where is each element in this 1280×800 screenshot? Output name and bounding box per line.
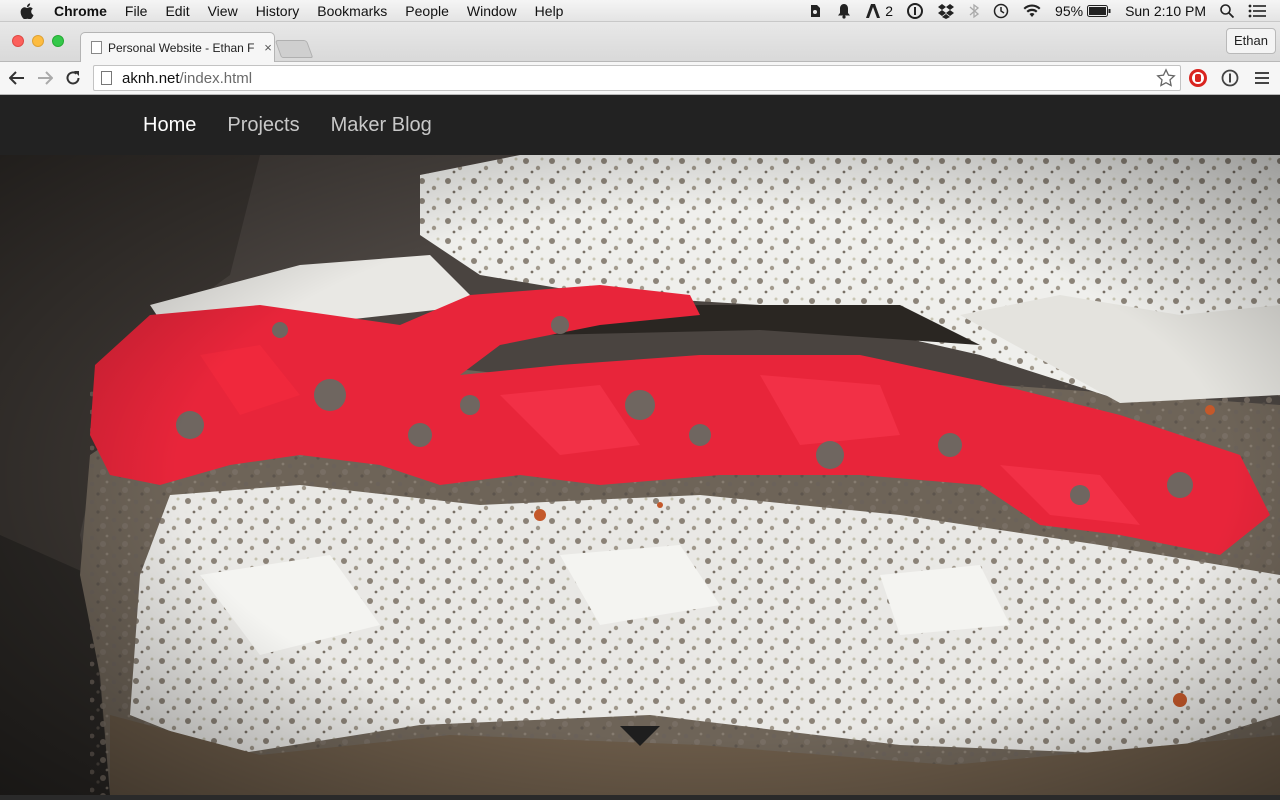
menu-view[interactable]: View — [208, 0, 238, 22]
forward-button[interactable] — [35, 68, 55, 88]
minimize-window-button[interactable] — [32, 35, 44, 47]
menu-app-chrome[interactable]: Chrome — [54, 0, 107, 22]
page-bottom-edge — [0, 795, 1280, 800]
menu-window[interactable]: Window — [467, 0, 517, 22]
menu-history[interactable]: History — [256, 0, 300, 22]
tab-title: Personal Website - Ethan F — [108, 40, 255, 55]
site-navbar: Home Projects Maker Blog — [0, 95, 1280, 155]
battery-percent: 95% — [1055, 3, 1084, 19]
adobe-badge-count: 2 — [885, 3, 894, 19]
menu-edit[interactable]: Edit — [165, 0, 189, 22]
menu-file[interactable]: File — [125, 0, 148, 22]
wifi-icon[interactable] — [1023, 4, 1041, 18]
extension-adblock-icon[interactable] — [1188, 68, 1208, 88]
back-button[interactable] — [7, 68, 27, 88]
close-window-button[interactable] — [12, 35, 24, 47]
battery-icon[interactable] — [1087, 5, 1111, 17]
url-path: /index.html — [179, 69, 253, 87]
hero-image — [0, 155, 1280, 795]
extension-onepassword-icon[interactable] — [1220, 68, 1240, 88]
new-tab-button[interactable] — [274, 40, 314, 58]
browser-toolbar: aknh.net/index.html — [0, 62, 1280, 95]
spotlight-search-icon[interactable] — [1220, 4, 1234, 18]
clock[interactable]: Sun 2:10 PM — [1125, 3, 1206, 19]
adobe-cc-icon[interactable] — [865, 3, 881, 19]
bookmark-star-icon[interactable] — [1156, 68, 1176, 92]
status-area: 2 95% Sun 2:10 PM — [807, 0, 1280, 22]
triangle-down-icon — [620, 726, 660, 746]
menu-people[interactable]: People — [405, 0, 449, 22]
notification-bell-icon[interactable] — [837, 3, 851, 19]
onepassword-icon[interactable] — [907, 3, 924, 19]
browser-tab[interactable]: Personal Website - Ethan F × — [80, 32, 275, 62]
window-controls — [12, 35, 72, 47]
menu-bar: Chrome File Edit View History Bookmarks … — [0, 0, 1280, 22]
page-icon — [101, 71, 112, 85]
zoom-window-button[interactable] — [52, 35, 64, 47]
address-bar[interactable]: aknh.net/index.html — [93, 65, 1181, 91]
tab-close-icon[interactable]: × — [262, 40, 274, 55]
menu-bookmarks[interactable]: Bookmarks — [317, 0, 387, 22]
nav-link-home[interactable]: Home — [143, 114, 196, 137]
arrow-left-icon — [9, 71, 24, 85]
bluetooth-icon[interactable] — [969, 3, 980, 19]
nav-link-maker-blog[interactable]: Maker Blog — [331, 114, 432, 137]
reload-button[interactable] — [63, 68, 83, 88]
dropbox-icon[interactable] — [937, 3, 955, 19]
notification-center-icon[interactable] — [1248, 4, 1266, 18]
evernote-icon[interactable] — [807, 3, 823, 19]
menu-help[interactable]: Help — [535, 0, 564, 22]
url-host: aknh.net — [122, 69, 180, 87]
scroll-down-button[interactable] — [620, 726, 660, 751]
nav-link-projects[interactable]: Projects — [227, 114, 299, 137]
profile-button[interactable]: Ethan — [1226, 28, 1276, 54]
arrow-right-icon — [38, 71, 53, 85]
tab-strip: Personal Website - Ethan F × Ethan — [0, 22, 1280, 62]
site-nav-list: Home Projects Maker Blog — [143, 95, 463, 155]
apple-icon[interactable] — [18, 0, 36, 22]
reload-icon — [66, 71, 80, 85]
page-favicon-icon — [91, 41, 102, 54]
chrome-menu-icon[interactable] — [1252, 68, 1272, 88]
time-machine-icon[interactable] — [993, 3, 1009, 19]
rock-photo — [0, 155, 1280, 795]
